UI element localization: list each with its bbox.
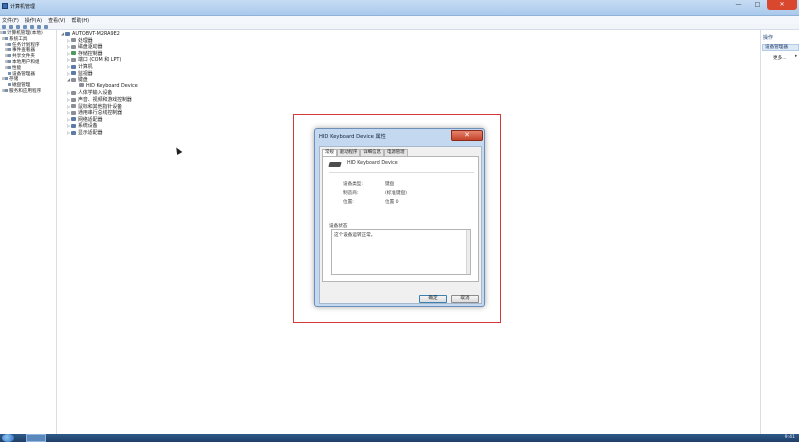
forward-icon[interactable] xyxy=(9,24,13,29)
chevron-right-icon: ▸ xyxy=(795,54,798,59)
dialog-title: HID Keyboard Device 属性 xyxy=(319,134,386,140)
users-icon xyxy=(8,59,11,63)
menu-file[interactable]: 文件(F) xyxy=(2,17,19,24)
disk-drive-icon xyxy=(71,44,76,49)
help-icon[interactable] xyxy=(37,24,41,29)
actions-section-device-manager[interactable]: 设备管理器 xyxy=(762,44,799,51)
menu-bar: 文件(F) 操作(A) 查看(V) 帮助(H) xyxy=(0,16,799,24)
computer-icon xyxy=(3,31,6,34)
tree-label: 本地用户和组 xyxy=(12,59,40,65)
more-actions-link[interactable]: 更多... xyxy=(773,55,787,61)
general-tab-panel: HID Keyboard Device 设备类型: 键盘 制造商: (标准键盘)… xyxy=(322,156,479,282)
divider xyxy=(329,172,474,173)
computer-management-icon xyxy=(2,3,8,9)
back-icon[interactable] xyxy=(2,24,6,29)
device-type-label: 设备类型: xyxy=(343,182,363,187)
tree-node-services-apps[interactable]: ⊞ 服务和应用程序 xyxy=(0,88,56,95)
ok-button[interactable]: 确定 xyxy=(419,295,447,303)
minimize-button[interactable]: — xyxy=(729,0,748,10)
device-name: HID Keyboard Device xyxy=(347,161,398,166)
device-category-display[interactable]: ▷ 显示适配器 xyxy=(67,129,102,136)
speaker-icon xyxy=(71,97,76,102)
device-type-value: 键盘 xyxy=(385,182,395,187)
monitor-icon xyxy=(71,71,76,76)
taskbar-app-computer-management[interactable] xyxy=(26,434,46,442)
computer-icon xyxy=(65,31,70,36)
device-label: 显示适配器 xyxy=(78,130,103,136)
start-button[interactable] xyxy=(2,434,14,442)
scan-hardware-icon[interactable] xyxy=(44,24,48,29)
folder-icon xyxy=(8,54,11,58)
tree-label: 存储 xyxy=(9,77,19,83)
tree-label: 设备管理器 xyxy=(12,71,35,77)
device-status-text: 这个设备运转正常。 xyxy=(334,233,376,238)
up-icon[interactable] xyxy=(16,24,20,29)
tree-label: 系统工具 xyxy=(9,36,28,42)
usb-icon xyxy=(71,110,76,115)
keyboard-icon xyxy=(71,77,76,82)
disk-icon xyxy=(8,83,11,87)
event-icon xyxy=(8,48,11,52)
mouse-cursor-icon xyxy=(173,145,183,156)
actions-title: 操作 xyxy=(763,35,774,41)
services-icon xyxy=(5,88,8,92)
tree-label: 事件查看器 xyxy=(12,48,35,54)
display-adapter-icon xyxy=(71,130,76,135)
menu-help[interactable]: 帮助(H) xyxy=(71,17,89,24)
window-title: 计算机管理 xyxy=(10,4,36,10)
port-icon xyxy=(71,57,76,62)
dialog-tabs: 常规 驱动程序 详细信息 电源管理 xyxy=(322,149,408,157)
storage-icon xyxy=(5,77,8,81)
show-hide-tree-icon[interactable] xyxy=(23,24,27,29)
keyboard-icon xyxy=(79,83,84,88)
menu-action[interactable]: 操作(A) xyxy=(25,17,42,24)
maximize-button[interactable]: □ xyxy=(748,0,767,10)
location-label: 位置: xyxy=(343,200,354,205)
clock-icon xyxy=(8,42,11,46)
tab-power-management[interactable]: 电源管理 xyxy=(383,149,408,156)
device-label: HID Keyboard Device xyxy=(86,82,138,89)
computer-icon xyxy=(71,64,76,69)
close-button[interactable]: ✕ xyxy=(767,0,797,10)
tree-label: 性能 xyxy=(12,65,22,71)
device-manager-icon xyxy=(8,71,11,75)
menu-view[interactable]: 查看(V) xyxy=(48,17,65,24)
status-scrollbar[interactable] xyxy=(466,230,470,274)
actions-pane: 操作 设备管理器 更多... ▸ xyxy=(760,30,799,434)
manufacturer-value: (标准键盘) xyxy=(385,191,407,196)
hid-icon xyxy=(71,90,76,95)
manufacturer-label: 制造商: xyxy=(343,191,359,196)
console-tree: ⊟ 计算机管理(本地) ⊟ 系统工具 ⊞ 任务计划程序 ⊞ 事件查看器 ⊞ 共享文件夹 ⊞… xyxy=(0,30,57,434)
cancel-button[interactable]: 取消 xyxy=(451,295,479,303)
device-status-box[interactable]: 这个设备运转正常。 xyxy=(331,229,471,275)
tab-driver[interactable]: 驱动程序 xyxy=(336,149,361,156)
tab-details[interactable]: 详细信息 xyxy=(360,149,384,156)
properties-dialog: HID Keyboard Device 属性 ✕ 常规 驱动程序 详细信息 电源… xyxy=(314,128,485,307)
title-bar: 计算机管理 — □ ✕ xyxy=(0,0,799,16)
location-value: 位置 0 xyxy=(385,200,399,205)
dialog-close-button[interactable]: ✕ xyxy=(451,130,483,141)
tree-label: 服务和应用程序 xyxy=(9,88,42,94)
system-clock: 9:41 xyxy=(784,435,795,440)
processor-icon xyxy=(71,38,76,43)
mouse-icon xyxy=(71,104,76,109)
tree-label: 计算机管理(本地) xyxy=(7,31,43,36)
keyboard-icon xyxy=(328,162,342,167)
tree-label: 任务计划程序 xyxy=(12,42,40,48)
tools-icon xyxy=(5,36,8,40)
dialog-body: 常规 驱动程序 详细信息 电源管理 HID Keyboard Device 设备… xyxy=(319,146,482,304)
properties-icon[interactable] xyxy=(30,24,34,29)
storage-controller-icon xyxy=(71,51,76,56)
network-icon xyxy=(71,117,76,122)
tree-label: 磁盘管理 xyxy=(12,83,31,89)
performance-icon xyxy=(8,65,11,69)
system-device-icon xyxy=(71,123,76,128)
taskbar: 9:41 xyxy=(0,434,799,442)
tree-label: 共享文件夹 xyxy=(12,54,35,60)
